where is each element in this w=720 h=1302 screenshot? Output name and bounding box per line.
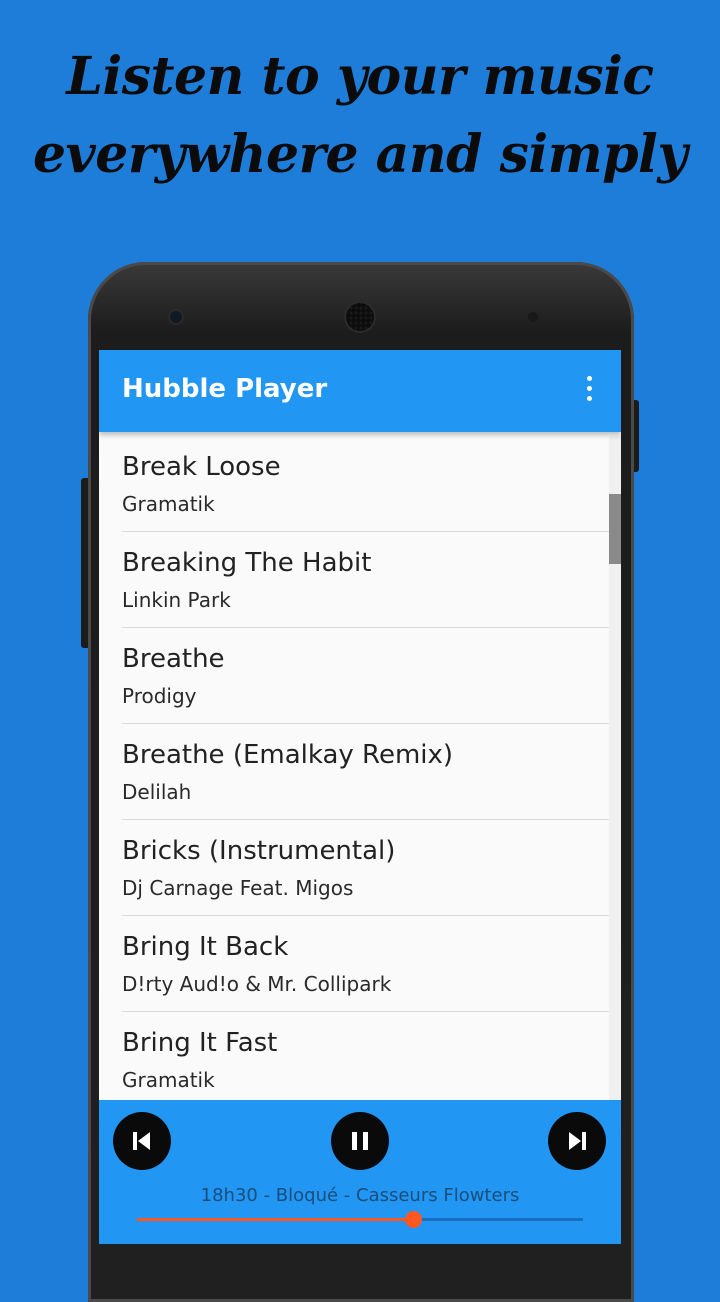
promo-line-2: everywhere and simply	[32, 124, 688, 185]
song-artist: Prodigy	[122, 684, 197, 708]
scrollbar-thumb[interactable]	[609, 494, 621, 564]
now-playing-text: 18h30 - Bloqué - Casseurs Flowters	[200, 1185, 520, 1206]
song-title: Breaking The Habit	[122, 548, 372, 578]
pause-icon[interactable]	[331, 1112, 389, 1170]
promo-headline: Listen to your music everywhere and simp…	[0, 38, 720, 194]
song-title: Breathe	[122, 644, 225, 674]
song-title: Break Loose	[122, 452, 281, 482]
seek-progress	[137, 1218, 414, 1221]
earpiece-speaker	[346, 303, 374, 331]
skip-previous-icon[interactable]	[113, 1112, 171, 1170]
player-bar: 18h30 - Bloqué - Casseurs Flowters	[99, 1100, 621, 1244]
song-artist: D!rty Aud!o & Mr. Collipark	[122, 972, 392, 996]
song-row[interactable]: Breathe (Emalkay Remix) Delilah	[122, 724, 609, 820]
app-bar: Hubble Player	[99, 350, 621, 432]
song-title: Bricks (Instrumental)	[122, 836, 396, 866]
song-artist: Gramatik	[122, 1068, 215, 1092]
song-artist: Dj Carnage Feat. Migos	[122, 876, 354, 900]
seek-thumb[interactable]	[405, 1211, 423, 1228]
skip-next-icon[interactable]	[548, 1112, 606, 1170]
song-artist: Delilah	[122, 780, 192, 804]
more-vert-icon[interactable]	[577, 376, 601, 406]
promo-line-1: Listen to your music	[66, 46, 654, 107]
front-camera	[170, 311, 182, 323]
song-title: Bring It Fast	[122, 1028, 278, 1058]
phone-screen: Hubble Player Break Loose Gramatik Break…	[99, 350, 621, 1244]
song-artist: Linkin Park	[122, 588, 231, 612]
song-row[interactable]: Bricks (Instrumental) Dj Carnage Feat. M…	[122, 820, 609, 916]
song-title: Bring It Back	[122, 932, 289, 962]
song-row[interactable]: Bring It Fast Gramatik	[122, 1012, 609, 1102]
song-row[interactable]: Break Loose Gramatik	[122, 436, 609, 532]
song-row[interactable]: Breaking The Habit Linkin Park	[122, 532, 609, 628]
song-title: Breathe (Emalkay Remix)	[122, 740, 454, 770]
proximity-sensor	[528, 312, 538, 322]
app-title: Hubble Player	[122, 374, 328, 404]
song-list[interactable]: Break Loose Gramatik Breaking The Habit …	[99, 436, 609, 1102]
song-row[interactable]: Breathe Prodigy	[122, 628, 609, 724]
song-row[interactable]: Bring It Back D!rty Aud!o & Mr. Collipar…	[122, 916, 609, 1012]
song-artist: Gramatik	[122, 492, 215, 516]
